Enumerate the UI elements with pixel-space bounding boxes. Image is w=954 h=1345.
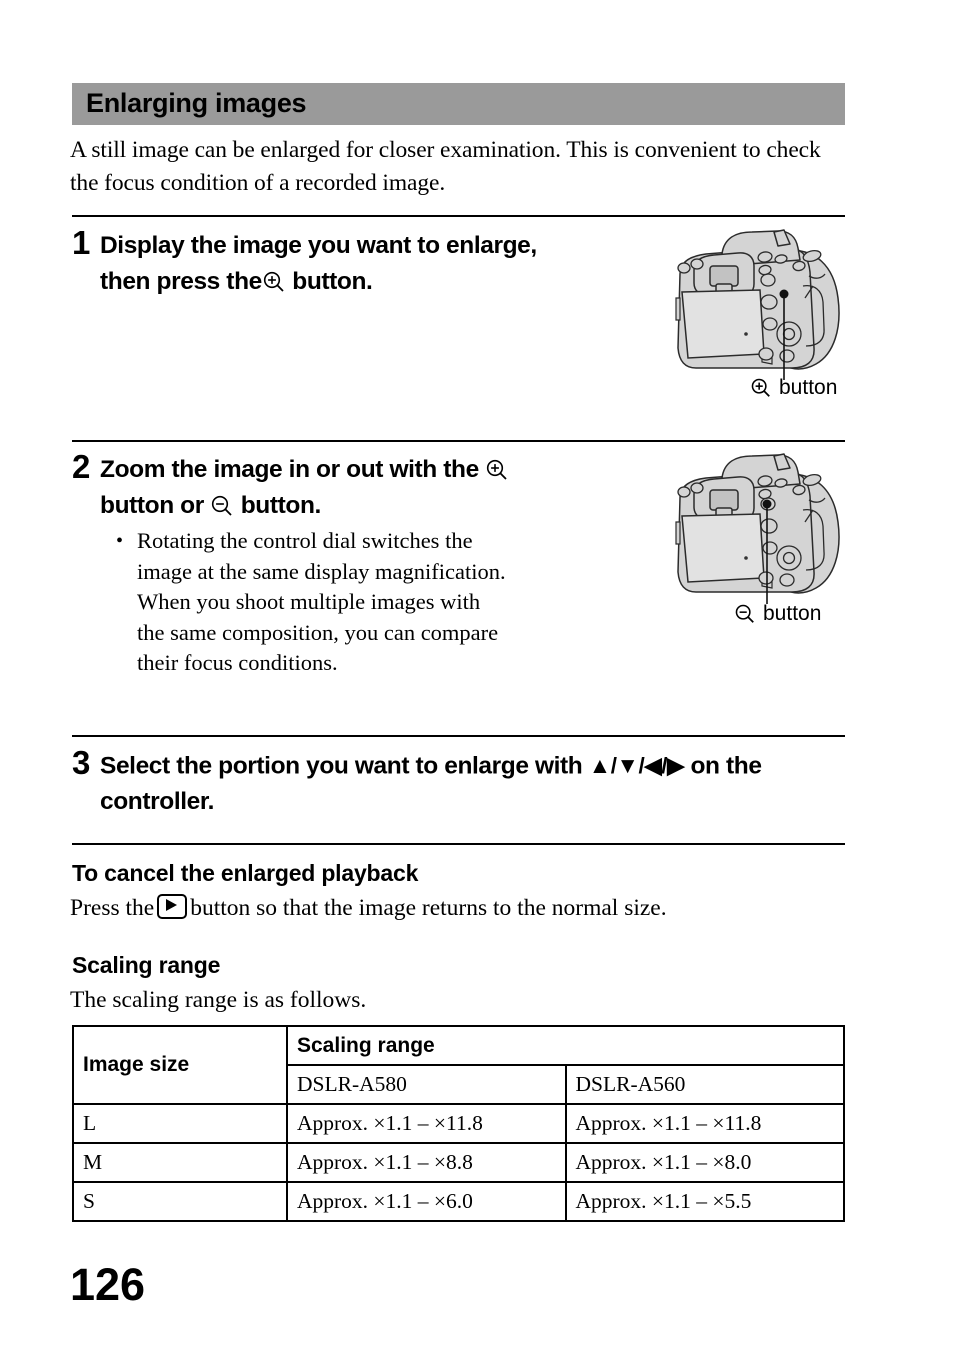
- step-1-text-after: button.: [292, 268, 373, 295]
- step-3-number: 3: [72, 744, 91, 781]
- camera-rear-illustration: [675, 229, 840, 380]
- figure-caption-label: button: [763, 602, 822, 625]
- camera-figure-zoom-out: button: [666, 452, 848, 625]
- table-cell-a580: Approx. ×1.1 – ×6.0: [286, 1181, 567, 1222]
- magnifier-plus-icon: [750, 377, 772, 399]
- scaling-range-table: Image size Scaling range DSLR-A580 DSLR-…: [72, 1025, 845, 1222]
- table-cell-a580: Approx. ×1.1 – ×8.8: [286, 1142, 567, 1183]
- manual-page: Enlarging images A still image can be en…: [0, 0, 954, 1345]
- table-header-model-a580: DSLR-A580: [286, 1064, 567, 1105]
- table-cell-a560: Approx. ×1.1 – ×11.8: [564, 1103, 845, 1144]
- divider-above-step-3: [72, 735, 845, 737]
- table-header-model-a560: DSLR-A560: [564, 1064, 845, 1105]
- divider-above-step-1: [72, 215, 845, 217]
- step-2-text-1: Zoom the image in or out with the: [100, 456, 479, 483]
- controller-direction-keys-icon: ▲/▼/◀/▶: [588, 753, 685, 778]
- magnifier-minus-icon: [734, 603, 756, 625]
- section-header-band: Enlarging images: [72, 83, 845, 125]
- step-1-number: 1: [72, 224, 91, 261]
- divider-above-step-2: [72, 440, 845, 442]
- divider-below-step-3: [72, 843, 845, 845]
- step-3-text-1: Select the portion you want to enlarge w…: [100, 752, 583, 780]
- step-2-text-3: button.: [240, 492, 322, 519]
- step-2-bullet: Rotating the control dial switches the i…: [112, 526, 512, 679]
- step-1-heading: Display the image you want to enlarge, t…: [100, 228, 540, 300]
- cancel-text-before: Press the: [70, 895, 155, 921]
- table-cell-size: S: [72, 1181, 288, 1222]
- table-cell-size: M: [72, 1142, 288, 1183]
- table-row: M Approx. ×1.1 – ×8.8 Approx. ×1.1 – ×8.…: [72, 1142, 845, 1183]
- table-cell-size: L: [72, 1103, 288, 1144]
- step-2-heading: Zoom the image in or out with the button…: [100, 452, 570, 524]
- step-2-text-2: button or: [100, 492, 204, 519]
- magnifier-plus-icon: [485, 458, 509, 482]
- cancel-section-text: Press the button so that the image return…: [70, 892, 850, 924]
- cancel-text-after: button so that the image returns to the …: [190, 895, 667, 921]
- table-row: L Approx. ×1.1 – ×11.8 Approx. ×1.1 – ×1…: [72, 1103, 845, 1144]
- cancel-section-heading: To cancel the enlarged playback: [72, 860, 419, 886]
- camera-figure-zoom-in: button: [666, 228, 848, 399]
- figure-caption-zoom-out: button: [734, 602, 821, 626]
- table-row: S Approx. ×1.1 – ×6.0 Approx. ×1.1 – ×5.…: [72, 1181, 845, 1222]
- step-2-notes: Rotating the control dial switches the i…: [112, 526, 512, 679]
- scaling-section-heading: Scaling range: [72, 952, 221, 978]
- playback-button-icon: [157, 893, 188, 919]
- table-header-row-1: Image size Scaling range: [72, 1025, 845, 1105]
- step-2-number: 2: [72, 448, 91, 485]
- intro-paragraph: A still image can be enlarged for closer…: [70, 137, 821, 196]
- figure-caption-zoom-in: button: [750, 376, 837, 400]
- camera-rear-illustration: [675, 453, 840, 604]
- scaling-section-text: The scaling range is as follows.: [70, 987, 367, 1013]
- table-cell-a560: Approx. ×1.1 – ×5.5: [564, 1181, 845, 1222]
- magnifier-minus-icon: [210, 494, 234, 518]
- magnifier-plus-icon: [262, 270, 286, 294]
- table-header-scaling-range: Scaling range: [286, 1025, 845, 1066]
- page-number: 126: [70, 1259, 146, 1310]
- step-3-heading: Select the portion you want to enlarge w…: [100, 748, 860, 820]
- table-cell-a560: Approx. ×1.1 – ×8.0: [564, 1142, 845, 1183]
- figure-caption-label: button: [779, 376, 838, 399]
- page-title: Enlarging images: [86, 87, 307, 118]
- table-cell-a580: Approx. ×1.1 – ×11.8: [286, 1103, 567, 1144]
- table-header-image-size: Image size: [72, 1025, 288, 1105]
